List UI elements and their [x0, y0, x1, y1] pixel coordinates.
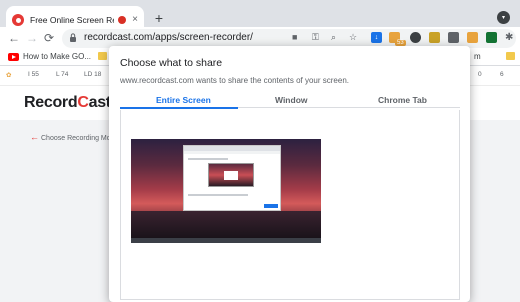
key-icon[interactable]: ⚿ [312, 32, 319, 43]
extension-icon[interactable] [410, 32, 421, 43]
seo-stat: 0 [478, 71, 482, 78]
arrow-left-icon: ← [30, 132, 39, 142]
bookmark-folder[interactable] [98, 52, 107, 60]
dialog-subtitle: www.recordcast.com wants to share the co… [120, 76, 349, 85]
tab-search-icon[interactable]: ▾ [497, 11, 510, 24]
logo-text: Record [24, 94, 78, 111]
tab-entire-screen[interactable]: Entire Screen [156, 95, 211, 105]
extension-icon[interactable] [486, 32, 497, 43]
seo-stat: LD 18 [84, 71, 102, 78]
seo-stat: I 55 [28, 71, 39, 78]
active-tab-indicator [120, 107, 238, 109]
logo-text: ast [88, 94, 112, 111]
bookmark-folder[interactable] [506, 52, 515, 60]
star-icon: ✿ [6, 72, 12, 79]
reload-button[interactable]: ⟳ [44, 31, 54, 45]
thumbnail-window [183, 145, 281, 211]
extension-icon[interactable]: ↓ [371, 32, 382, 43]
share-screen-dialog: Choose what to share www.recordcast.com … [109, 46, 470, 302]
tab-chrome-tab[interactable]: Chrome Tab [378, 95, 427, 105]
tab-title: Free Online Screen Recorder [30, 15, 114, 25]
logo-text-accent: C [77, 94, 89, 111]
extensions-puzzle-icon[interactable]: ✱ [505, 32, 513, 43]
forward-button[interactable]: → [26, 31, 38, 45]
extension-icon[interactable] [429, 32, 440, 43]
lock-icon[interactable] [69, 33, 77, 42]
new-tab-button[interactable]: + [150, 9, 168, 27]
extension-icon[interactable] [467, 32, 478, 43]
folder-icon [506, 52, 515, 60]
screen-thumbnail[interactable] [131, 139, 321, 243]
share-tabs: Entire Screen Window Chrome Tab [120, 92, 460, 108]
bookmark-item[interactable]: How to Make GO... [8, 52, 91, 61]
recordcast-logo[interactable]: RecordCast [24, 94, 111, 112]
youtube-icon [8, 52, 19, 61]
recording-indicator-icon [118, 16, 127, 24]
seo-stat: L 74 [56, 71, 69, 78]
bookmark-label: How to Make GO... [23, 52, 92, 61]
extension-icon[interactable] [448, 32, 459, 43]
folder-icon [98, 52, 107, 60]
tab-close-icon[interactable]: × [132, 15, 138, 25]
dialog-title: Choose what to share [120, 57, 223, 69]
thumbnail-taskbar [131, 238, 321, 243]
recordcast-favicon-icon [12, 14, 24, 26]
choose-recording-mode-link[interactable]: ← Choose Recording Mo [30, 132, 111, 142]
bookmark-item[interactable]: m [474, 52, 481, 61]
back-link-label: Choose Recording Mo [41, 135, 111, 142]
zoom-icon[interactable]: ⌕ [331, 32, 336, 43]
camera-icon[interactable]: ■ [292, 32, 297, 42]
seo-stat: 6 [500, 71, 504, 78]
back-button[interactable]: ← [8, 31, 20, 45]
star-icon[interactable]: ☆ [349, 32, 357, 43]
url-text[interactable]: recordcast.com/apps/screen-recorder/ [84, 32, 253, 43]
tab-window[interactable]: Window [275, 95, 308, 105]
